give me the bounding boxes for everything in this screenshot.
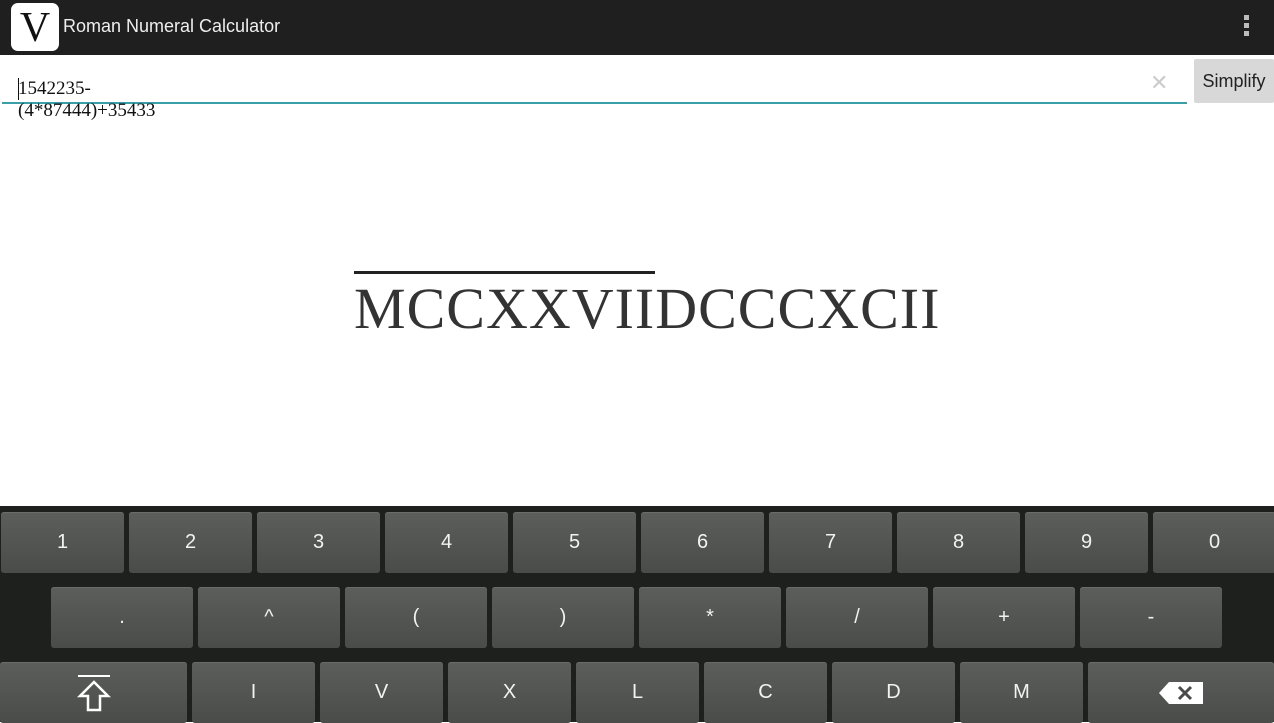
app-title: Roman Numeral Calculator xyxy=(63,16,281,36)
roman-result: MCCXXVIIDCCCXCII xyxy=(354,271,941,342)
app-logo: V xyxy=(11,3,59,51)
result-thousands-overlined: MCCXXVII xyxy=(354,271,656,341)
key-)[interactable]: ) xyxy=(492,587,634,648)
key-M[interactable]: M xyxy=(960,662,1083,723)
key-+[interactable]: + xyxy=(933,587,1075,648)
result-remainder: DCCCXCII xyxy=(655,276,941,341)
key-*[interactable]: * xyxy=(639,587,781,648)
key-4[interactable]: 4 xyxy=(385,512,508,573)
key-V[interactable]: V xyxy=(320,662,443,723)
key-6[interactable]: 6 xyxy=(641,512,764,573)
key-2[interactable]: 2 xyxy=(129,512,252,573)
key-([interactable]: ( xyxy=(345,587,487,648)
key-5[interactable]: 5 xyxy=(513,512,636,573)
key-/[interactable]: / xyxy=(786,587,928,648)
key-1[interactable]: 1 xyxy=(1,512,124,573)
action-bar: V Roman Numeral Calculator xyxy=(0,0,1274,55)
clear-x-icon[interactable]: ✕ xyxy=(1150,70,1168,96)
simplify-button[interactable]: Simplify xyxy=(1194,59,1274,103)
key-.[interactable]: . xyxy=(51,587,193,648)
key-C[interactable]: C xyxy=(704,662,827,723)
key--[interactable]: - xyxy=(1080,587,1222,648)
backspace-key[interactable] xyxy=(1088,662,1274,723)
key-7[interactable]: 7 xyxy=(769,512,892,573)
shift-key[interactable] xyxy=(0,662,187,723)
expression-text: 1542235-(4*87444)+35433 xyxy=(18,78,156,121)
key-^[interactable]: ^ xyxy=(198,587,340,648)
key-9[interactable]: 9 xyxy=(1025,512,1148,573)
key-D[interactable]: D xyxy=(832,662,955,723)
key-I[interactable]: I xyxy=(192,662,315,723)
keyboard: 1 2 3 4 5 6 7 8 9 0. ^() * / + - I V X L C D M xyxy=(0,506,1274,723)
key-0[interactable]: 0 xyxy=(1153,512,1274,573)
key-X[interactable]: X xyxy=(448,662,571,723)
shift-arrow-icon xyxy=(76,674,111,711)
expression-input[interactable]: 1542235-(4*87444)+35433 xyxy=(2,58,1187,121)
overflow-menu-icon[interactable] xyxy=(1238,15,1254,41)
key-L[interactable]: L xyxy=(576,662,699,723)
key-3[interactable]: 3 xyxy=(257,512,380,573)
key-8[interactable]: 8 xyxy=(897,512,1020,573)
backspace-icon xyxy=(1159,681,1203,704)
